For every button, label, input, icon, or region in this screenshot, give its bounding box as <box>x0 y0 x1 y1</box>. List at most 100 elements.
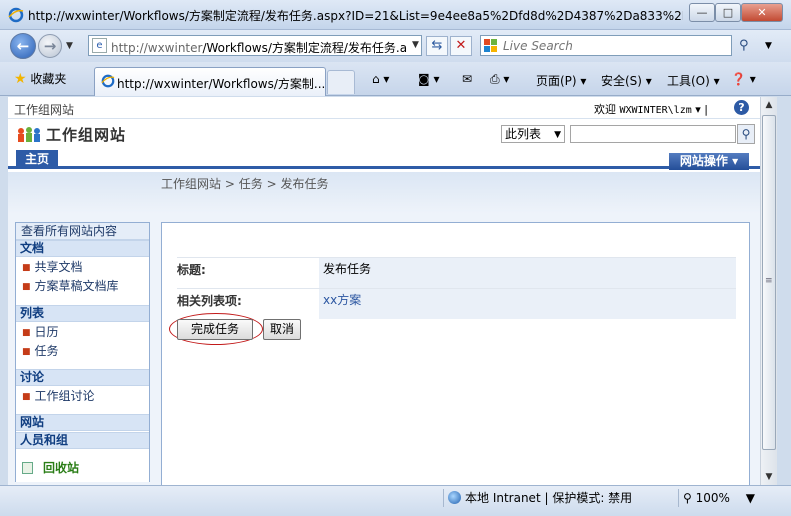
breadcrumb-separator: > <box>266 177 277 191</box>
site-header: 工作组网站 此列表 ▼ ⚲ <box>8 119 760 147</box>
welcome-user: WXWINTER\lzm <box>619 105 692 116</box>
main-panel: 标题: 发布任务 相关列表项: xx方案 完成任务 取消 <box>161 222 750 485</box>
search-scope-value: 此列表 <box>505 127 542 141</box>
site-actions-menu[interactable]: 网站操作 ▾ <box>669 153 749 170</box>
search-input[interactable] <box>503 38 723 54</box>
ql-item-label: 日历 <box>34 325 59 339</box>
recycle-bin-link[interactable]: 回收站 <box>16 457 149 479</box>
recycle-bin-icon <box>22 462 33 474</box>
page-icon: e <box>92 38 107 53</box>
live-search-box[interactable] <box>480 35 732 56</box>
tools-menu-label: 工具(O) <box>667 74 710 88</box>
forward-button[interactable]: → <box>38 34 62 58</box>
feeds-icon[interactable]: ◙ ▾ <box>418 72 439 86</box>
task-form: 标题: 发布任务 相关列表项: xx方案 <box>177 257 736 319</box>
url-host: http://wxwinter <box>111 41 203 55</box>
welcome-menu[interactable]: 欢迎 WXWINTER\lzm ▾ | <box>594 101 708 117</box>
site-actions-label: 网站操作 <box>679 154 728 168</box>
address-input[interactable]: http://wxwinter/Workflows/方案制定流程/发布任务.a <box>111 39 411 56</box>
back-button[interactable]: ← <box>10 33 36 59</box>
bullet-icon: ■ <box>22 263 31 273</box>
cancel-button[interactable]: 取消 <box>263 319 301 340</box>
minimize-button[interactable]: — <box>689 3 715 22</box>
tab-current-page[interactable]: http://wxwinter/Workflows/方案制... <box>94 67 326 96</box>
search-options-dropdown-icon[interactable]: ▼ <box>765 41 772 51</box>
search-icon[interactable]: ⚲ <box>739 38 749 53</box>
form-row-title: 标题: 发布任务 <box>177 257 736 288</box>
ql-item-team-discussion[interactable]: ■ 工作组讨论 <box>16 387 149 406</box>
bullet-icon: ■ <box>22 328 31 338</box>
ql-item-label: 共享文档 <box>34 260 83 274</box>
security-zone[interactable]: 本地 Intranet | 保护模式: 禁用 <box>443 489 632 507</box>
site-title[interactable]: 工作组网站 <box>46 124 126 145</box>
tab-label: http://wxwinter/Workflows/方案制... <box>117 77 326 91</box>
help-icon[interactable]: ? <box>734 100 749 115</box>
mail-icon[interactable]: ✉ <box>462 72 472 86</box>
tools-menu[interactable]: 工具(O) ▾ <box>667 72 720 89</box>
ql-header-documents[interactable]: 文档 <box>16 240 149 257</box>
site-search-icon[interactable]: ⚲ <box>737 124 755 144</box>
page-content: 工作组网站 欢迎 WXWINTER\lzm ▾ | ? 工作组网站 此列表 ▼ ⚲… <box>8 97 760 485</box>
tab-toolbar: ★ 收藏夹 http://wxwinter/Workflows/方案制... ⌂… <box>0 62 791 96</box>
tab-home[interactable]: 主页 <box>16 150 58 169</box>
ql-item-label: 方案草稿文档库 <box>34 279 119 293</box>
scroll-thumb[interactable]: ≡ <box>762 115 776 450</box>
safety-menu[interactable]: 安全(S) ▾ <box>601 72 652 89</box>
chevron-down-icon: ▼ <box>554 130 561 140</box>
status-bar: 本地 Intranet | 保护模式: 禁用 ⚲ 100% ▼ <box>0 485 791 516</box>
stop-button[interactable]: ✕ <box>450 36 472 56</box>
complete-task-button[interactable]: 完成任务 <box>177 319 253 340</box>
address-dropdown-icon[interactable]: ▼ <box>412 40 419 50</box>
ql-header-lists[interactable]: 列表 <box>16 305 149 322</box>
new-tab-button[interactable] <box>327 70 355 94</box>
refresh-button[interactable]: ⇆ <box>426 36 448 56</box>
bullet-icon: ■ <box>22 282 31 292</box>
zone-label: 本地 Intranet | 保护模式: 禁用 <box>465 491 633 505</box>
view-all-site-content[interactable]: 查看所有网站内容 <box>16 223 149 240</box>
maximize-button[interactable]: □ <box>715 3 741 22</box>
page-menu[interactable]: 页面(P) ▾ <box>536 72 586 89</box>
ql-item-tasks[interactable]: ■ 任务 <box>16 342 149 361</box>
form-row-related-item: 相关列表项: xx方案 <box>177 288 736 319</box>
ql-header-discussions[interactable]: 讨论 <box>16 369 149 386</box>
help-menu-icon[interactable]: ❓ ▾ <box>731 72 756 86</box>
ql-header-sites[interactable]: 网站 <box>16 414 149 431</box>
recent-pages-dropdown-icon[interactable]: ▼ <box>66 41 73 51</box>
grip-icon: ≡ <box>765 276 773 286</box>
ql-item-shared-documents[interactable]: ■ 共享文档 <box>16 258 149 277</box>
ql-item-label: 工作组讨论 <box>34 389 95 403</box>
scroll-down-icon[interactable]: ▼ <box>761 469 777 485</box>
breadcrumb-tasks[interactable]: 任务 <box>239 177 263 191</box>
forward-arrow-icon: → <box>43 37 57 55</box>
breadcrumb: 工作组网站 > 任务 > 发布任务 <box>161 175 328 192</box>
window-title: http://wxwinter/Workflows/方案制定流程/发布任务.as… <box>28 9 683 23</box>
zoom-icon: ⚲ <box>683 491 692 505</box>
breadcrumb-current: 发布任务 <box>280 177 329 191</box>
favorites-button[interactable]: ★ 收藏夹 <box>14 70 66 87</box>
close-button[interactable]: ✕ <box>741 3 783 22</box>
bullet-icon: ■ <box>22 347 31 357</box>
safety-menu-label: 安全(S) <box>601 74 642 88</box>
back-arrow-icon: ← <box>16 37 30 55</box>
welcome-prefix: 欢迎 <box>594 103 620 116</box>
globe-icon <box>448 491 461 504</box>
star-icon: ★ <box>14 71 27 87</box>
site-link[interactable]: 工作组网站 <box>14 101 74 118</box>
related-item-link[interactable]: xx方案 <box>319 289 736 319</box>
window-title-bar: http://wxwinter/Workflows/方案制定流程/发布任务.as… <box>0 0 791 30</box>
zoom-control[interactable]: ⚲ 100% ▼ <box>678 489 778 507</box>
scroll-up-icon[interactable]: ▲ <box>761 97 777 113</box>
ql-item-label: 任务 <box>34 344 59 358</box>
breadcrumb-site[interactable]: 工作组网站 <box>161 177 221 191</box>
site-search-input[interactable] <box>570 125 736 143</box>
ql-item-draft-library[interactable]: ■ 方案草稿文档库 <box>16 277 149 296</box>
windows-logo-icon <box>484 39 497 52</box>
address-bar[interactable]: e http://wxwinter/Workflows/方案制定流程/发布任务.… <box>88 35 422 56</box>
print-icon[interactable]: ⎙ ▾ <box>490 72 509 87</box>
ie-icon <box>8 7 24 23</box>
search-scope-select[interactable]: 此列表 ▼ <box>501 125 565 143</box>
ql-header-people-groups[interactable]: 人员和组 <box>16 432 149 449</box>
home-icon[interactable]: ⌂ ▾ <box>372 72 389 86</box>
ql-item-calendar[interactable]: ■ 日历 <box>16 323 149 342</box>
vertical-scrollbar[interactable]: ▲ ≡ ▼ <box>760 97 777 485</box>
